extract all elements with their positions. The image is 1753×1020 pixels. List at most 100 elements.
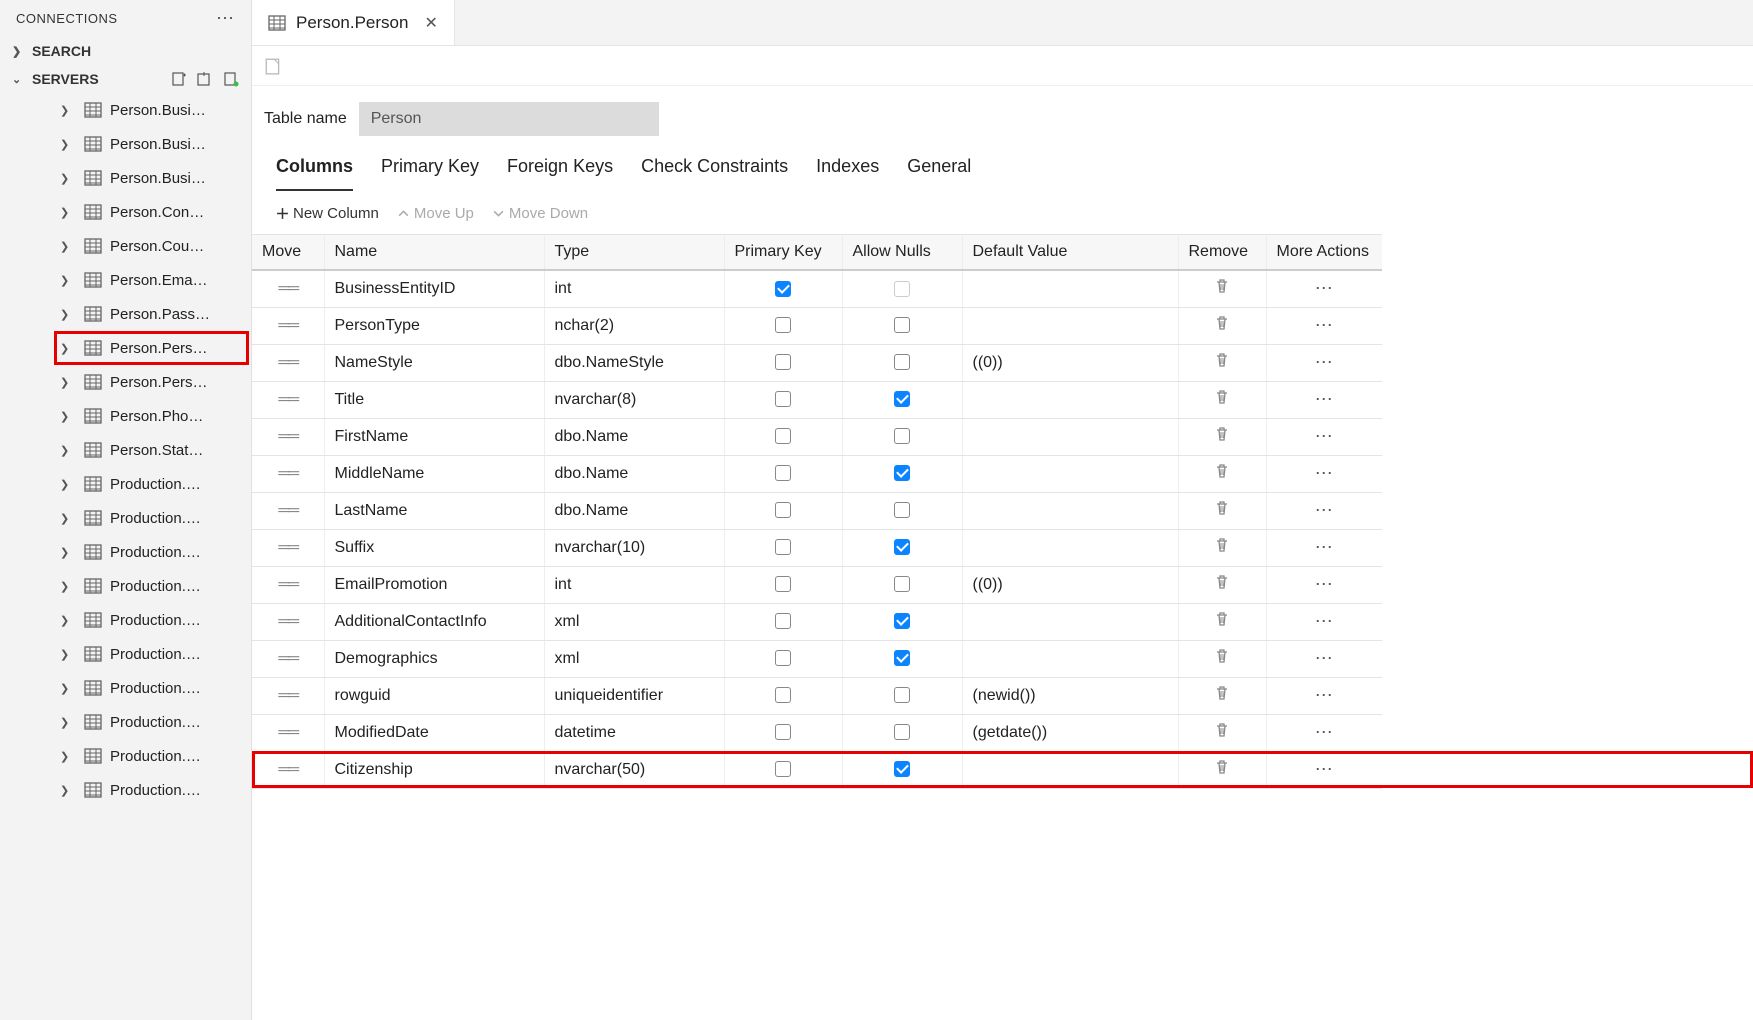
tree-item[interactable]: ❯Production.…: [0, 603, 251, 637]
drag-handle-icon[interactable]: ══: [278, 502, 297, 519]
close-icon[interactable]: ✕: [424, 13, 437, 33]
more-icon[interactable]: ⋯: [1315, 426, 1334, 446]
cell-type[interactable]: dbo.Name: [544, 492, 724, 529]
status-icon[interactable]: [223, 71, 239, 87]
tree-item[interactable]: ❯Person.Pho…: [0, 399, 251, 433]
cell-type[interactable]: nvarchar(50): [544, 751, 724, 788]
cell-type[interactable]: xml: [544, 640, 724, 677]
tree-item[interactable]: ❯Person.Ema…: [0, 263, 251, 297]
cell-type[interactable]: xml: [544, 603, 724, 640]
script-icon[interactable]: [264, 57, 282, 75]
cell-type[interactable]: nvarchar(10): [544, 529, 724, 566]
tree-item[interactable]: ❯Production.…: [0, 705, 251, 739]
table-row[interactable]: ══AdditionalContactInfoxml⋯: [252, 603, 1753, 640]
tree-item[interactable]: ❯Person.Stat…: [0, 433, 251, 467]
table-row[interactable]: ══FirstNamedbo.Name⋯: [252, 418, 1753, 455]
cell-name[interactable]: Demographics: [324, 640, 544, 677]
pk-checkbox[interactable]: [775, 687, 791, 703]
cell-default[interactable]: ((0)): [962, 344, 1178, 381]
tree-item[interactable]: ❯Person.Busi…: [0, 93, 251, 127]
cell-name[interactable]: Title: [324, 381, 544, 418]
more-icon[interactable]: ⋯: [1315, 463, 1334, 483]
trash-icon[interactable]: [1214, 463, 1230, 484]
nulls-checkbox[interactable]: [894, 687, 910, 703]
pk-checkbox[interactable]: [775, 391, 791, 407]
cell-name[interactable]: LastName: [324, 492, 544, 529]
editor-tab[interactable]: Person.Person ✕: [252, 0, 455, 45]
cell-type[interactable]: datetime: [544, 714, 724, 751]
cell-default[interactable]: ((0)): [962, 566, 1178, 603]
cell-name[interactable]: PersonType: [324, 307, 544, 344]
designer-tab[interactable]: Check Constraints: [641, 152, 788, 191]
designer-tab[interactable]: Primary Key: [381, 152, 479, 191]
table-row[interactable]: ══ Demographicsxml ⋯: [252, 640, 1753, 677]
pk-checkbox[interactable]: [775, 281, 791, 297]
cell-default[interactable]: (getdate()): [962, 714, 1178, 751]
table-row[interactable]: ══ Suffixnvarchar(10) ⋯: [252, 529, 1753, 566]
drag-handle-icon[interactable]: ══: [278, 650, 297, 667]
new-group-icon[interactable]: [197, 71, 213, 87]
designer-tab[interactable]: General: [907, 152, 971, 191]
tree-item[interactable]: ❯Production.…: [0, 739, 251, 773]
cell-default[interactable]: [962, 751, 1178, 788]
more-icon[interactable]: ⋯: [1315, 648, 1334, 668]
cell-name[interactable]: EmailPromotion: [324, 566, 544, 603]
trash-icon[interactable]: [1214, 426, 1230, 447]
cell-name[interactable]: MiddleName: [324, 455, 544, 492]
tree-item[interactable]: ❯Person.Pers…: [0, 331, 251, 365]
drag-handle-icon[interactable]: ══: [278, 391, 297, 408]
new-column-button[interactable]: New Column: [276, 205, 379, 222]
drag-handle-icon[interactable]: ══: [278, 539, 297, 556]
trash-icon[interactable]: [1214, 759, 1230, 780]
pk-checkbox[interactable]: [775, 539, 791, 555]
nulls-checkbox[interactable]: [894, 761, 910, 777]
search-row[interactable]: ❯ SEARCH: [0, 37, 251, 65]
drag-handle-icon[interactable]: ══: [278, 724, 297, 741]
nulls-checkbox[interactable]: [894, 317, 910, 333]
cell-type[interactable]: dbo.Name: [544, 418, 724, 455]
trash-icon[interactable]: [1214, 500, 1230, 521]
cell-name[interactable]: Citizenship: [324, 751, 544, 788]
trash-icon[interactable]: [1214, 315, 1230, 336]
table-row[interactable]: ══EmailPromotionint((0))⋯: [252, 566, 1753, 603]
nulls-checkbox[interactable]: [894, 502, 910, 518]
nulls-checkbox[interactable]: [894, 465, 910, 481]
cell-name[interactable]: NameStyle: [324, 344, 544, 381]
table-row[interactable]: ══Titlenvarchar(8)⋯: [252, 381, 1753, 418]
table-row[interactable]: ══BusinessEntityIDint⋯: [252, 270, 1753, 307]
tree-item[interactable]: ❯Person.Busi…: [0, 161, 251, 195]
cell-default[interactable]: [962, 492, 1178, 529]
cell-name[interactable]: AdditionalContactInfo: [324, 603, 544, 640]
cell-default[interactable]: [962, 381, 1178, 418]
more-icon[interactable]: ⋯: [1315, 574, 1334, 594]
cell-name[interactable]: ModifiedDate: [324, 714, 544, 751]
cell-default[interactable]: [962, 640, 1178, 677]
nulls-checkbox[interactable]: [894, 576, 910, 592]
drag-handle-icon[interactable]: ══: [278, 687, 297, 704]
cell-default[interactable]: (newid()): [962, 677, 1178, 714]
drag-handle-icon[interactable]: ══: [278, 280, 297, 297]
more-icon[interactable]: ⋯: [1315, 315, 1334, 335]
trash-icon[interactable]: [1214, 574, 1230, 595]
more-icon[interactable]: ⋯: [1315, 537, 1334, 557]
tree-item[interactable]: ❯Production.…: [0, 773, 251, 807]
nulls-checkbox[interactable]: [894, 281, 910, 297]
drag-handle-icon[interactable]: ══: [278, 465, 297, 482]
cell-name[interactable]: Suffix: [324, 529, 544, 566]
table-row[interactable]: ══Citizenshipnvarchar(50)⋯: [252, 751, 1753, 788]
trash-icon[interactable]: [1214, 722, 1230, 743]
tree-item[interactable]: ❯Person.Pass…: [0, 297, 251, 331]
cell-type[interactable]: int: [544, 270, 724, 307]
tree-item[interactable]: ❯Production.…: [0, 637, 251, 671]
tree-item[interactable]: ❯Production.…: [0, 501, 251, 535]
more-icon[interactable]: ⋯: [216, 8, 235, 29]
more-icon[interactable]: ⋯: [1315, 278, 1334, 298]
new-connection-icon[interactable]: [171, 71, 187, 87]
designer-tab[interactable]: Foreign Keys: [507, 152, 613, 191]
cell-name[interactable]: rowguid: [324, 677, 544, 714]
cell-type[interactable]: nvarchar(8): [544, 381, 724, 418]
trash-icon[interactable]: [1214, 648, 1230, 669]
nulls-checkbox[interactable]: [894, 613, 910, 629]
cell-default[interactable]: [962, 418, 1178, 455]
pk-checkbox[interactable]: [775, 576, 791, 592]
